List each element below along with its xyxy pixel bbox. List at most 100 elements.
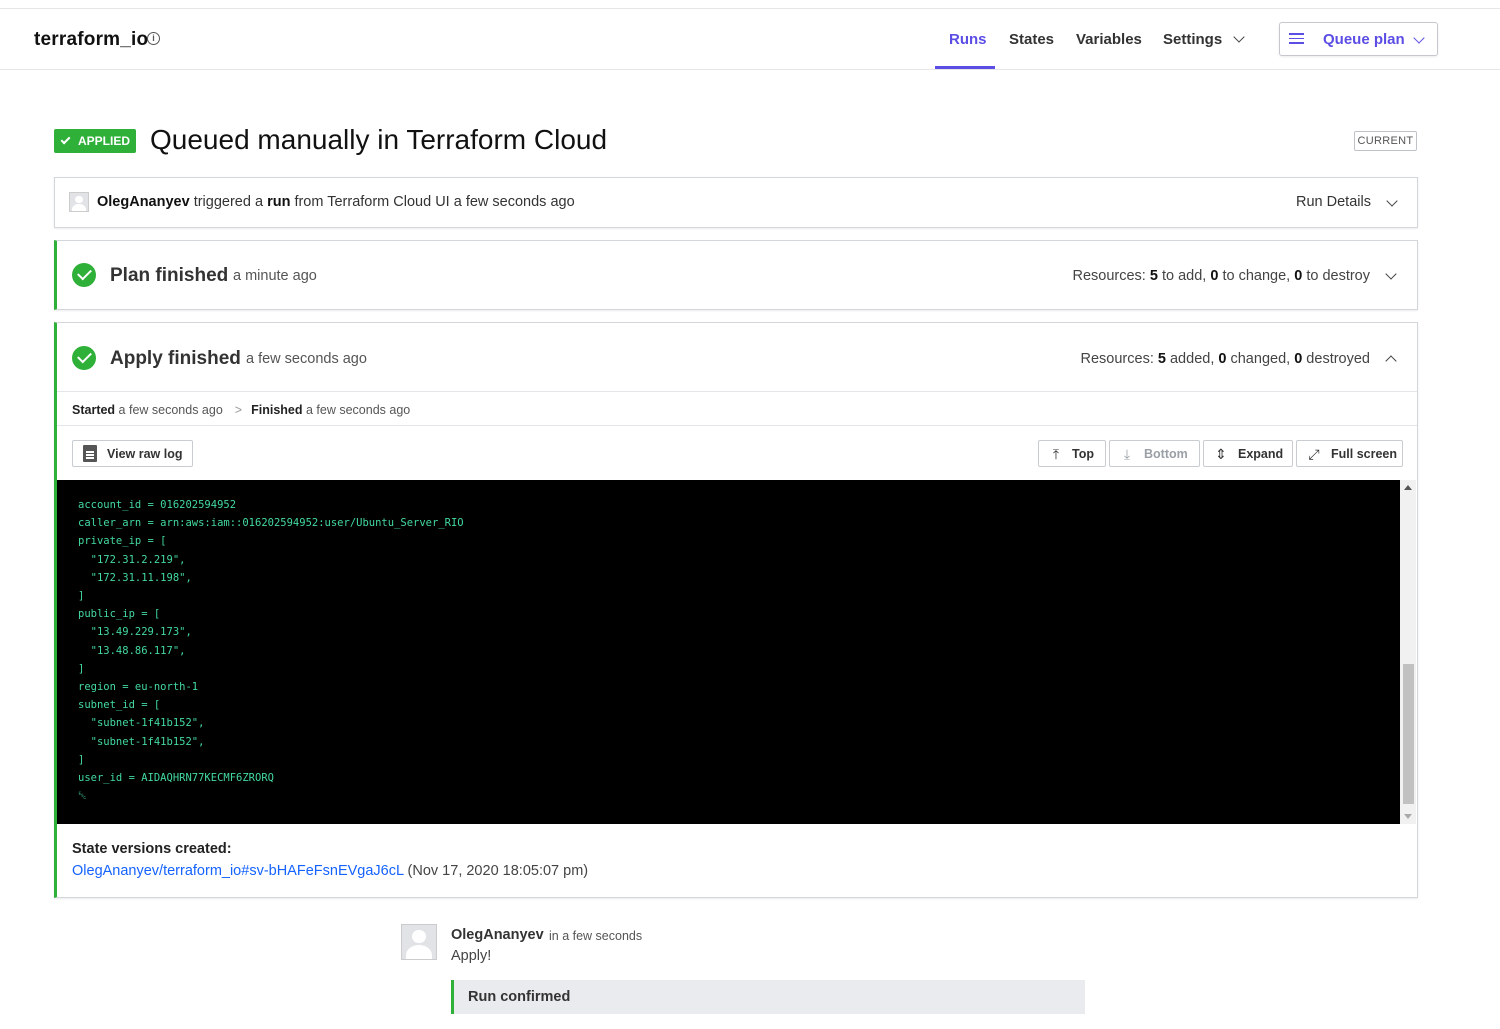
plan-resources-summary: Resources: 5 to add, 0 to change, 0 to d… [1073,268,1371,284]
expand-icon: ⇕ [1215,446,1227,462]
resources-label: to add, [1157,268,1211,284]
scroll-up-arrow-icon[interactable] [1404,485,1412,490]
log-line: "172.31.11.198", [78,571,192,584]
log-line: public_ip = [ [78,608,161,621]
run-details-toggle[interactable]: Run Details [1296,194,1371,210]
chevron-down-icon[interactable] [1386,195,1398,207]
queue-plan-label: Queue plan [1323,31,1405,48]
plan-finished-card[interactable]: Plan finished a minute ago Resources: 5 … [54,240,1418,310]
check-circle-icon [72,346,96,370]
document-icon [83,445,97,462]
expand-label: Expand [1238,447,1284,461]
log-line: ] [78,590,85,603]
log-line: user_id = AIDAQHRN77KECMF6ZRORQ [78,772,274,785]
run-trigger-card: OlegAnanyev triggered a run from Terrafo… [54,177,1418,228]
log-line: ␛ [78,790,87,803]
current-badge: CURRENT [1354,131,1417,151]
nav-tab-settings[interactable]: Settings [1163,9,1245,69]
apply-timeline: Started a few seconds ago > Finished a few… [72,403,410,417]
scroll-bottom-button[interactable]: ⤓ Bottom [1109,440,1200,467]
state-versions-title: State versions created: [72,841,232,857]
chevron-down-icon [1233,30,1245,43]
apply-finished-card: Apply finished a few seconds ago Resourc… [54,322,1418,898]
view-raw-log-label: View raw log [107,447,183,461]
timeline-separator: > [234,403,243,417]
queue-list-icon [1289,33,1304,45]
page-title: Queued manually in Terraform Cloud [150,124,608,155]
plan-time: a minute ago [233,268,317,284]
state-version-date: (Nov 17, 2020 18:05:07 pm) [403,863,589,879]
active-tab-indicator [935,66,995,69]
check-circle-icon [72,263,96,287]
apply-title: Apply finished [110,348,241,369]
state-version-entry: OlegAnanyev/terraform_io#sv-bHAFeFsnEVga… [72,863,588,879]
bottom-label: Bottom [1144,447,1188,461]
apply-resources-summary: Resources: 5 added, 0 changed, 0 destroy… [1081,351,1370,367]
comment-user[interactable]: OlegAnanyev [451,927,544,943]
trigger-text: OlegAnanyev triggered a run from Terrafo… [97,194,575,210]
top-label: Top [1072,447,1094,461]
apply-added-count: 5 [1157,351,1166,367]
queue-plan-button[interactable]: Queue plan [1279,22,1438,56]
log-scrollbar[interactable] [1400,480,1416,824]
resources-label: changed, [1226,351,1295,367]
started-label: Started [72,403,116,417]
apply-time: a few seconds ago [246,351,367,367]
log-line: "172.31.2.219", [78,553,186,566]
scroll-top-button[interactable]: ⤒ Top [1038,440,1106,467]
finished-label: Finished [251,403,303,417]
scrollbar-thumb[interactable] [1403,664,1414,804]
resources-label: to destroy [1302,268,1370,284]
trigger-text-part: triggered a [189,194,268,210]
finished-time: a few seconds ago [302,403,411,417]
nav-tab-states[interactable]: States [1009,9,1054,69]
top-navigation-bar: terraform_io i Runs States Variables Set… [0,8,1500,70]
full-screen-label: Full screen [1331,447,1397,461]
arrow-to-top-icon: ⤒ [1052,446,1060,462]
nav-tab-runs[interactable]: Runs [949,9,987,69]
run-confirmed-banner: Run confirmed [451,980,1085,1014]
log-line: "13.49.229.173", [78,626,192,639]
arrow-to-bottom-icon: ⤓ [1123,446,1131,462]
expand-button[interactable]: ⇕ Expand [1203,440,1293,467]
chevron-down-icon [1413,32,1425,44]
chevron-up-icon[interactable] [1385,355,1397,367]
view-raw-log-button[interactable]: View raw log [72,440,193,467]
log-line: private_ip = [ [78,535,167,548]
info-icon[interactable]: i [147,32,160,45]
started-time: a few seconds ago [115,403,223,417]
log-line: "subnet-1f41b152", [78,717,205,730]
comment-body: Apply! [451,948,492,964]
log-line: ] [78,662,85,675]
apply-log-output[interactable]: account_id = 016202594952 caller_arn = ar… [57,480,1400,824]
log-line: "subnet-1f41b152", [78,735,205,748]
full-screen-button[interactable]: ⤢ Full screen [1296,440,1403,467]
log-line: "13.48.86.117", [78,644,186,657]
log-line: subnet_id = [ [78,699,161,712]
plan-title: Plan finished [110,265,229,286]
divider [57,425,1417,426]
trigger-user[interactable]: OlegAnanyev [97,194,190,210]
resources-label: destroyed [1302,351,1370,367]
nav-tab-variables[interactable]: Variables [1076,9,1142,69]
fullscreen-icon: ⤢ [1308,446,1320,462]
chevron-down-icon[interactable] [1385,268,1397,280]
resources-label: Resources: [1072,268,1150,284]
log-line: ] [78,753,85,766]
check-icon [60,134,71,145]
avatar [401,924,437,960]
comment-time: in a few seconds [549,929,643,943]
trigger-text-part: from Terraform Cloud UI a few seconds ag… [290,194,575,210]
scroll-down-arrow-icon[interactable] [1404,814,1412,819]
log-line: region = eu-north-1 [78,681,199,694]
resources-label: to change, [1218,268,1295,284]
settings-label: Settings [1163,30,1223,48]
avatar [69,192,89,212]
workspace-name[interactable]: terraform_io [34,29,148,51]
divider [57,391,1417,392]
log-line: caller_arn = arn:aws:iam::016202594952:u… [78,517,464,530]
status-badge: APPLIED [54,129,136,153]
state-version-link[interactable]: OlegAnanyev/terraform_io#sv-bHAFeFsnEVga… [72,863,404,879]
resources-label: added, [1165,351,1219,367]
trigger-run-word: run [267,194,291,210]
